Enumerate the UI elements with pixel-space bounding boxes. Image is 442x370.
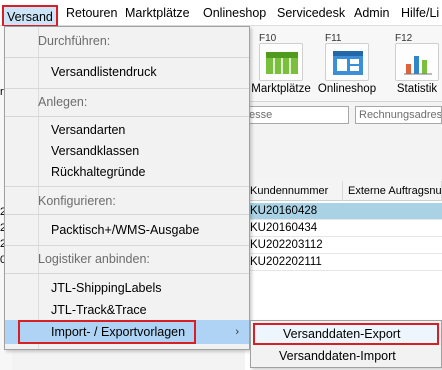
column-header-externe-auftragsnummer[interactable]: Externe Auftragsnum: [343, 181, 442, 201]
search-row: esse Rechnungsadress: [245, 104, 442, 126]
cell-kundennummer: KU20160434: [245, 220, 343, 237]
menu-bar: Versand Retouren Marktplätze Onlineshop …: [0, 0, 442, 27]
section-durchfuehren: Durchführen:: [38, 34, 111, 48]
menu-item-import-exportvorlagen[interactable]: Import- / Exportvorlagen ›: [5, 320, 249, 344]
chevron-right-icon: ›: [235, 326, 239, 338]
menu-marktplaetze[interactable]: Marktplätze: [125, 0, 190, 26]
cell-externe-auftragsnummer: [343, 237, 442, 254]
menu-divider: [5, 88, 249, 89]
menu-item-label: Import- / Exportvorlagen: [51, 325, 186, 339]
grid-header: Kundennummer Externe Auftragsnum: [245, 181, 442, 201]
cell-kundennummer: KU202203112: [245, 237, 343, 254]
section-logistiker-anbinden: Logistiker anbinden:: [38, 252, 150, 266]
ribbon-button-onlineshop[interactable]: F11 Onlineshop: [318, 29, 376, 99]
cell-kundennummer: KU202202111: [245, 254, 343, 271]
address-search-input[interactable]: esse: [245, 106, 349, 124]
menu-divider: [5, 245, 249, 246]
cell-externe-auftragsnummer: [343, 254, 442, 271]
ribbon-label: Onlineshop: [317, 83, 377, 95]
menu-item-versanddaten-import[interactable]: Versanddaten-Import: [251, 345, 441, 367]
import-export-submenu: Versanddaten-Export Versanddaten-Import: [250, 320, 442, 368]
ribbon-label: Statistik: [396, 83, 438, 95]
table-row[interactable]: KU202202111: [245, 254, 442, 271]
menu-retouren[interactable]: Retouren: [66, 0, 117, 26]
ribbon-button-marktplaetze[interactable]: F10 Marktplätze: [251, 29, 310, 99]
menu-admin[interactable]: Admin: [354, 0, 389, 26]
menu-item-versandlistendruck[interactable]: Versandlistendruck: [5, 60, 249, 84]
menu-item-jtl-shippinglabels[interactable]: JTL-ShippingLabels: [5, 276, 249, 300]
cell-externe-auftragsnummer: [343, 220, 442, 237]
menu-item-versanddaten-export[interactable]: Versanddaten-Export: [253, 323, 439, 345]
menu-item-jtl-track-trace[interactable]: JTL-Track&Trace: [5, 298, 249, 322]
ribbon-button-statistik[interactable]: F12 Statistik: [391, 29, 442, 99]
menu-hilfe[interactable]: Hilfe/Li: [401, 0, 439, 26]
cell-kundennummer: KU20160428: [245, 203, 343, 220]
menu-item-packtisch[interactable]: Packtisch+/WMS-Ausgabe: [5, 218, 249, 242]
menu-divider: [5, 57, 249, 58]
table-row[interactable]: KU20160434: [245, 220, 442, 237]
ribbon-label: Marktplätze: [251, 83, 311, 95]
column-header-kundennummer[interactable]: Kundennummer: [245, 181, 343, 201]
menu-divider: [5, 186, 249, 187]
menu-versand[interactable]: Versand: [2, 5, 58, 27]
table-row[interactable]: KU202203112: [245, 237, 442, 254]
menu-servicedesk[interactable]: Servicedesk: [277, 0, 345, 26]
versand-dropdown-menu: Durchführen: Versandlistendruck Anlegen:…: [4, 26, 250, 350]
menu-divider: [5, 273, 249, 274]
onlineshop-icon: [325, 43, 369, 81]
menu-onlineshop[interactable]: Onlineshop: [203, 0, 266, 26]
table-row[interactable]: KU20160428: [245, 203, 442, 220]
menu-divider: [5, 116, 249, 117]
billing-address-search-input[interactable]: Rechnungsadress: [355, 106, 442, 124]
statistics-icon: [395, 43, 439, 81]
marketplace-icon: [259, 43, 303, 81]
cell-externe-auftragsnummer: [343, 203, 442, 220]
ribbon-toolbar: F10 Marktplätze F11 Onlineshop F12 Stati…: [245, 26, 442, 102]
menu-item-rueckhaltegruende[interactable]: Rückhaltegründe: [5, 160, 249, 184]
section-anlegen: Anlegen:: [38, 95, 88, 109]
section-konfigurieren: Konfigurieren:: [38, 194, 116, 208]
menu-divider: [5, 214, 249, 215]
